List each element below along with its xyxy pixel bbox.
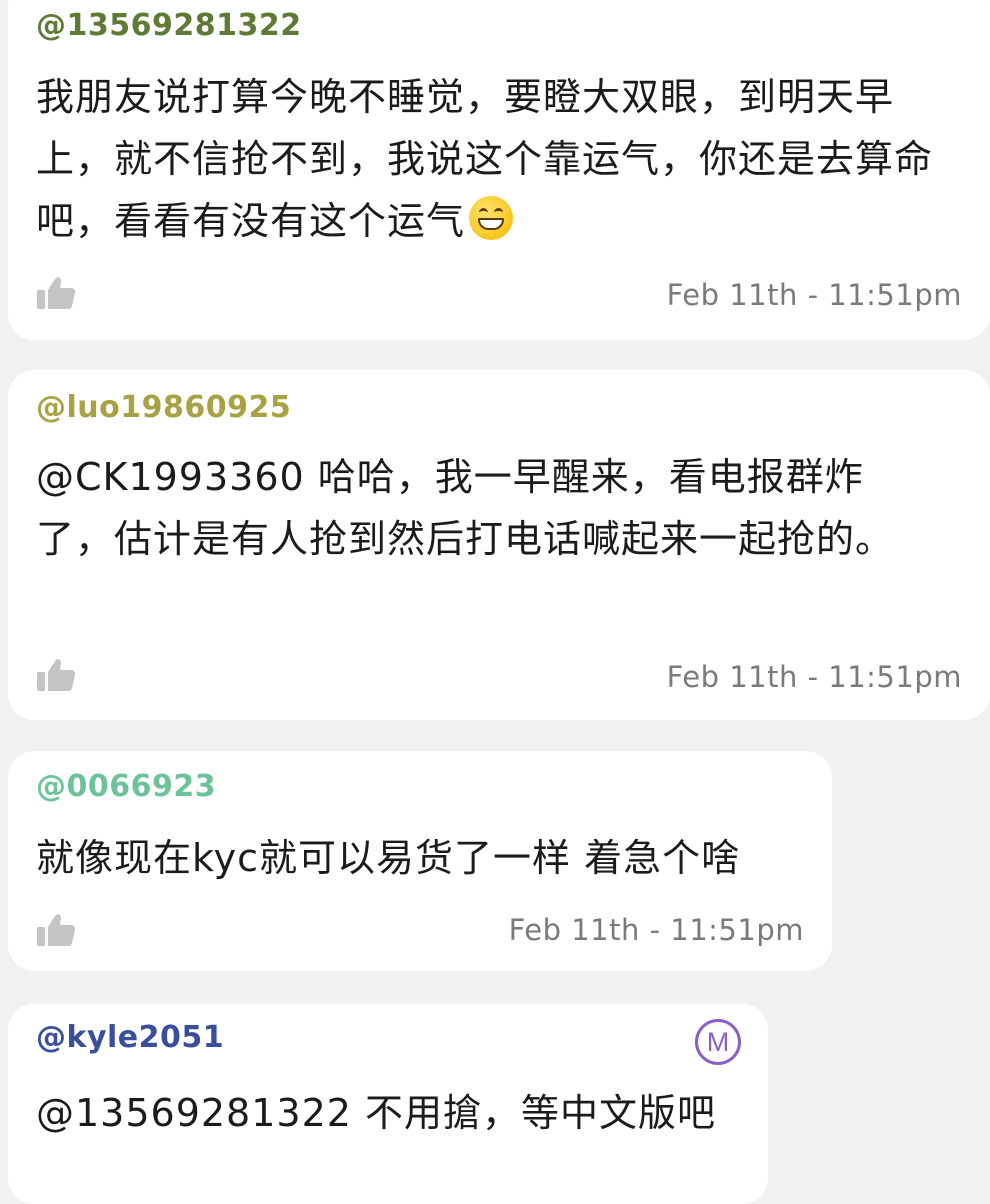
comment-card: @luo19860925 @CK1993360 哈哈，我一早醒来，看电报群炸了，… xyxy=(8,370,990,720)
comment-username[interactable]: @luo19860925 xyxy=(36,390,291,425)
grinning-face-icon xyxy=(469,196,514,240)
badge-letter: M xyxy=(707,1027,730,1057)
comment-card: @0066923 就像现在kyc就可以易货了一样 着急个啥 Feb 11th -… xyxy=(8,751,832,971)
thumbs-up-icon[interactable] xyxy=(36,913,76,947)
comment-card: @13569281322 我朋友说打算今晚不睡觉，要瞪大双眼，到明天早上，就不信… xyxy=(8,0,990,340)
moderator-m-badge-icon: M xyxy=(695,1019,741,1065)
comment-feed: @13569281322 我朋友说打算今晚不睡觉，要瞪大双眼，到明天早上，就不信… xyxy=(0,0,990,1204)
thumbs-up-icon[interactable] xyxy=(36,658,76,692)
comment-message: 我朋友说打算今晚不睡觉，要瞪大双眼，到明天早上，就不信抢不到，我说这个靠运气，你… xyxy=(36,66,956,252)
comment-message: @13569281322 不用搶，等中文版吧 xyxy=(36,1091,717,1135)
comment-username[interactable]: @0066923 xyxy=(36,769,216,804)
comment-timestamp: Feb 11th - 11:51pm xyxy=(666,278,962,312)
comment-message: @CK1993360 哈哈，我一早醒来，看电报群炸了，估计是有人抢到然后打电话喊… xyxy=(36,455,895,561)
comment-timestamp: Feb 11th - 11:51pm xyxy=(666,660,962,694)
comment-message: 就像现在kyc就可以易货了一样 着急个啥 xyxy=(36,836,741,880)
thumbs-up-icon[interactable] xyxy=(36,276,76,310)
comment-username[interactable]: @13569281322 xyxy=(36,8,302,43)
comment-username[interactable]: @kyle2051 xyxy=(36,1020,224,1055)
comment-card: @kyle2051 M @13569281322 不用搶，等中文版吧 xyxy=(8,1004,768,1204)
comment-timestamp: Feb 11th - 11:51pm xyxy=(508,913,804,947)
